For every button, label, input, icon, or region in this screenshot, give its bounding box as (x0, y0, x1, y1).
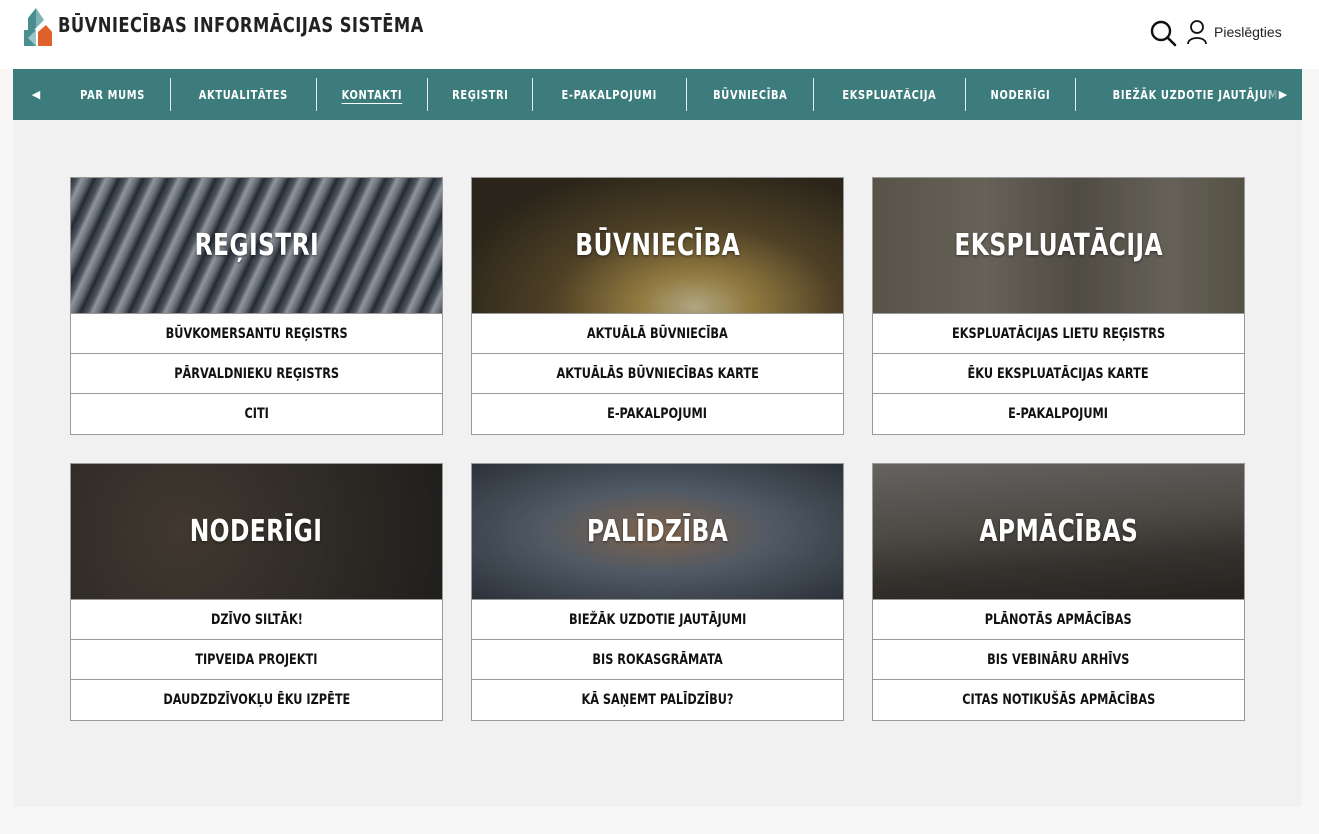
category-link[interactable]: BŪVKOMERSANTU REĢISTRS (71, 313, 442, 353)
nav-items: PAR MUMS AKTUALITĀTES KONTAKTI REĢISTRI E-PA… (55, 78, 1302, 111)
nav-scroll-left-icon[interactable]: ◀ (21, 69, 51, 120)
category-link-label: CITI (244, 405, 269, 422)
category-link[interactable]: PLĀNOTĀS APMĀCĪBAS (873, 599, 1244, 639)
nav-item-2[interactable]: KONTAKTI (317, 78, 428, 111)
category-link-label: AKTUĀLĀS BŪVNIECĪBAS KARTE (556, 365, 759, 382)
category-link-label: E-PAKALPOJUMI (1008, 405, 1109, 422)
category-link-label: ĒKU EKSPLUATĀCIJAS KARTE (967, 365, 1150, 382)
category-card-hero[interactable]: REĢISTRI (71, 178, 442, 313)
category-link-label: EKSPLUATĀCIJAS LIETU REĢISTRS (951, 325, 1166, 342)
category-title: PALĪDZĪBA (586, 514, 729, 549)
nav-item-7[interactable]: NODERĪGI (966, 78, 1076, 111)
nav-item-4[interactable]: E-PAKALPOJUMI (533, 78, 687, 111)
category-link-label: E-PAKALPOJUMI (607, 405, 708, 422)
site-title[interactable]: BŪVNIECĪBAS INFORMĀCIJAS SISTĒMA (58, 13, 424, 37)
category-link[interactable]: AKTUĀLĀS BŪVNIECĪBAS KARTE (472, 353, 843, 393)
category-link-label: PLĀNOTĀS APMĀCĪBAS (985, 611, 1132, 628)
category-link-label: DAUDZDZĪVOKĻU ĒKU IZPĒTE (163, 691, 350, 708)
category-title: REĢISTRI (194, 228, 319, 263)
nav-item-1[interactable]: AKTUALITĀTES (171, 78, 317, 111)
nav-scroll-right-icon[interactable]: ▶ (1265, 69, 1301, 120)
category-link[interactable]: EKSPLUATĀCIJAS LIETU REĢISTRS (873, 313, 1244, 353)
nav-item-label: EKSPLUATĀCIJA (842, 87, 937, 102)
search-icon[interactable] (1149, 19, 1177, 47)
nav-item-label: E-PAKALPOJUMI (561, 87, 658, 102)
nav-item-label: BIEŽĀK UZDOTIE JAUTĀJUMI (1112, 87, 1283, 102)
category-link-label: TIPVEIDA PROJEKTI (195, 651, 318, 668)
category-card-hero[interactable]: EKSPLUATĀCIJA (873, 178, 1244, 313)
category-link-label: BIS VEBINĀRU ARHĪVS (987, 651, 1130, 668)
category-link[interactable]: E-PAKALPOJUMI (873, 393, 1244, 433)
category-link-label: BIS ROKASGRĀMATA (592, 651, 723, 668)
category-link-label: DZĪVO SILTĀK! (210, 611, 303, 628)
main-navigation: ◀ PAR MUMS AKTUALITĀTES KONTAKTI REĢISTRI E-… (13, 69, 1302, 120)
category-link[interactable]: KĀ SAŅEMT PALĪDZĪBU? (472, 679, 843, 719)
category-link[interactable]: PĀRVALDNIEKU REĢISTRS (71, 353, 442, 393)
category-link-label: CITAS NOTIKUŠĀS APMĀCĪBAS (961, 691, 1156, 708)
nav-item-label: REĢISTRI (451, 87, 509, 102)
category-card: APMĀCĪBAS PLĀNOTĀS APMĀCĪBAS BIS VEBINĀRU … (872, 463, 1245, 721)
category-card: PALĪDZĪBA BIEŽĀK UZDOTIE JAUTĀJUMI BIS ROK… (471, 463, 844, 721)
category-title: BŪVNIECĪBA (575, 228, 740, 263)
category-link-label: PĀRVALDNIEKU REĢISTRS (174, 365, 339, 382)
nav-item-label: PAR MUMS (80, 87, 145, 102)
category-link-label: BIEŽĀK UZDOTIE JAUTĀJUMI (568, 611, 747, 628)
category-link[interactable]: DAUDZDZĪVOKĻU ĒKU IZPĒTE (71, 679, 442, 719)
top-header: BŪVNIECĪBAS INFORMĀCIJAS SISTĒMA Pieslēg… (0, 0, 1319, 69)
category-card: NODERĪGI DZĪVO SILTĀK! TIPVEIDA PROJEKTI DA… (70, 463, 443, 721)
bis-logo[interactable] (24, 8, 54, 46)
nav-item-3[interactable]: REĢISTRI (428, 78, 534, 111)
main-content: REĢISTRI BŪVKOMERSANTU REĢISTRS PĀRVALDNIE… (13, 120, 1302, 807)
category-link[interactable]: CITAS NOTIKUŠĀS APMĀCĪBAS (873, 679, 1244, 719)
category-title: APMĀCĪBAS (979, 514, 1138, 549)
category-title: NODERĪGI (190, 514, 323, 549)
category-card: REĢISTRI BŪVKOMERSANTU REĢISTRS PĀRVALDNIE… (70, 177, 443, 435)
category-link[interactable]: BIS VEBINĀRU ARHĪVS (873, 639, 1244, 679)
nav-item-label: KONTAKTI (341, 87, 403, 102)
category-link-label: KĀ SAŅEMT PALĪDZĪBU? (581, 691, 734, 708)
category-link-label: BŪVKOMERSANTU REĢISTRS (165, 325, 348, 342)
nav-item-0[interactable]: PAR MUMS (55, 78, 172, 111)
category-card-hero[interactable]: BŪVNIECĪBA (472, 178, 843, 313)
category-link[interactable]: E-PAKALPOJUMI (472, 393, 843, 433)
category-link[interactable]: CITI (71, 393, 442, 433)
category-link[interactable]: AKTUĀLĀ BŪVNIECĪBA (472, 313, 843, 353)
nav-item-label: BŪVNIECĪBA (712, 87, 788, 102)
nav-item-6[interactable]: EKSPLUATĀCIJA (814, 78, 967, 111)
category-link[interactable]: BIS ROKASGRĀMATA (472, 639, 843, 679)
category-link[interactable]: DZĪVO SILTĀK! (71, 599, 442, 639)
login-button[interactable]: Pieslēgties (1186, 19, 1282, 45)
nav-item-label: NODERĪGI (990, 87, 1051, 102)
category-link[interactable]: BIEŽĀK UZDOTIE JAUTĀJUMI (472, 599, 843, 639)
category-card-hero[interactable]: APMĀCĪBAS (873, 464, 1244, 599)
category-link-label: AKTUĀLĀ BŪVNIECĪBA (587, 325, 728, 342)
category-title: EKSPLUATĀCIJA (954, 228, 1163, 263)
category-link[interactable]: ĒKU EKSPLUATĀCIJAS KARTE (873, 353, 1244, 393)
login-label: Pieslēgties (1214, 24, 1282, 40)
category-card-hero[interactable]: NODERĪGI (71, 464, 442, 599)
user-icon (1187, 20, 1207, 45)
category-card: BŪVNIECĪBA AKTUĀLĀ BŪVNIECĪBA AKTUĀLĀS BŪV… (471, 177, 844, 435)
category-card-hero[interactable]: PALĪDZĪBA (472, 464, 843, 599)
page-footer-strip (0, 807, 1319, 834)
nav-item-label: AKTUALITĀTES (198, 87, 289, 102)
nav-item-5[interactable]: BŪVNIECĪBA (687, 78, 815, 111)
category-link[interactable]: TIPVEIDA PROJEKTI (71, 639, 442, 679)
category-card: EKSPLUATĀCIJA EKSPLUATĀCIJAS LIETU REĢIST… (872, 177, 1245, 435)
